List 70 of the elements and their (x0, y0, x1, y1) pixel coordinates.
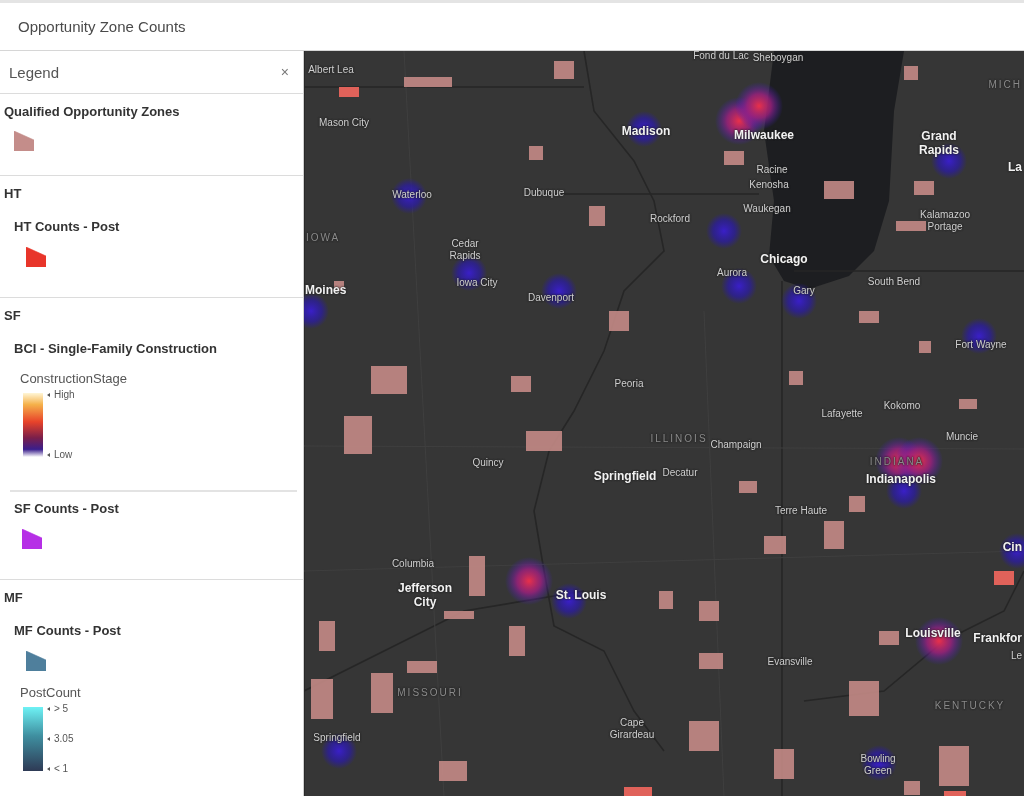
city-label: Fort Wayne (955, 339, 1007, 351)
city-label: Terre Haute (774, 505, 828, 517)
city-label: Albert Lea (308, 64, 354, 76)
city-label: Mason City (319, 117, 369, 129)
city-label: Lafayette (821, 408, 863, 420)
city-label: Kalamazoo Portage (919, 208, 971, 232)
city-label: Moines (305, 284, 347, 298)
close-button[interactable]: × (280, 64, 289, 80)
city-label: Fond du Lac (693, 51, 749, 62)
city-label: St. Louis (555, 589, 607, 603)
layer-title: HT Counts - Post (13, 219, 121, 235)
ramp-label: Low (47, 450, 75, 460)
ramp-label: < 1 (47, 764, 74, 774)
city-label: Frankfor (973, 632, 1022, 646)
city-label: Louisville (905, 627, 961, 641)
city-label: Muncie (945, 431, 979, 443)
layer-title: SF Counts - Post (13, 501, 120, 517)
city-label: Kenosha (749, 179, 789, 191)
city-label: Evansville (767, 656, 813, 668)
city-label: Dubuque (523, 187, 565, 199)
city-label: Iowa City (456, 277, 498, 289)
color-ramp (23, 393, 43, 457)
section-title: SF (3, 308, 22, 324)
color-ramp (23, 707, 43, 771)
city-label: Springfield (593, 470, 657, 484)
city-label: Waukegan (743, 203, 791, 215)
city-label: Columbia (391, 558, 435, 570)
city-label: Decatur (662, 467, 698, 479)
section-title: Qualified Opportunity Zones (3, 104, 181, 120)
city-label: Sheboygan (752, 52, 804, 64)
city-label: Aurora (717, 267, 747, 279)
city-label: Racine (756, 164, 788, 176)
city-label: Kokomo (883, 400, 921, 412)
city-label: Bowling Green (859, 752, 897, 776)
city-label: Waterloo (392, 189, 432, 201)
state-label: IOWA (306, 232, 341, 244)
city-label: Cape Girardeau (608, 716, 656, 740)
city-label: South Bend (867, 276, 921, 288)
city-label: Rockford (650, 213, 690, 225)
city-label: Cin (1002, 541, 1022, 555)
section-title: HT (3, 186, 23, 202)
field-label: PostCount (20, 685, 81, 701)
city-label: Cedar Rapids (448, 237, 482, 261)
city-label: Davenport (527, 292, 575, 304)
city-label: Jefferson City (397, 582, 453, 610)
city-label: Gary (793, 285, 815, 297)
layer-title: MF Counts - Post (13, 623, 122, 639)
ramp-label: High (47, 390, 75, 400)
city-label: Springfield (313, 732, 361, 744)
state-label: KENTUCKY (934, 700, 1006, 712)
section-title: MF (3, 590, 24, 606)
state-label: ILLINOIS (650, 433, 708, 445)
panel-title: Legend (9, 63, 60, 81)
city-label: Milwaukee (734, 129, 794, 143)
field-label: ConstructionStage (20, 371, 127, 387)
state-label: MISSOURI (397, 687, 463, 699)
city-label: Indianapolis (866, 473, 936, 487)
city-label: La (1008, 161, 1022, 175)
layer-title: BCI - Single-Family Construction (13, 341, 218, 357)
city-label: Quincy (472, 457, 504, 469)
city-label: Grand Rapids (918, 130, 960, 158)
city-label: Le (1010, 650, 1022, 662)
app-title: Opportunity Zone Counts (18, 18, 186, 35)
city-label: Champaign (710, 439, 762, 451)
city-label: Madison (621, 125, 671, 139)
city-label: Chicago (760, 253, 808, 267)
ramp-label: 3.05 (47, 734, 74, 744)
state-label: MICH (988, 79, 1022, 91)
ramp-label: > 5 (47, 704, 74, 714)
city-label: Peoria (614, 378, 644, 390)
